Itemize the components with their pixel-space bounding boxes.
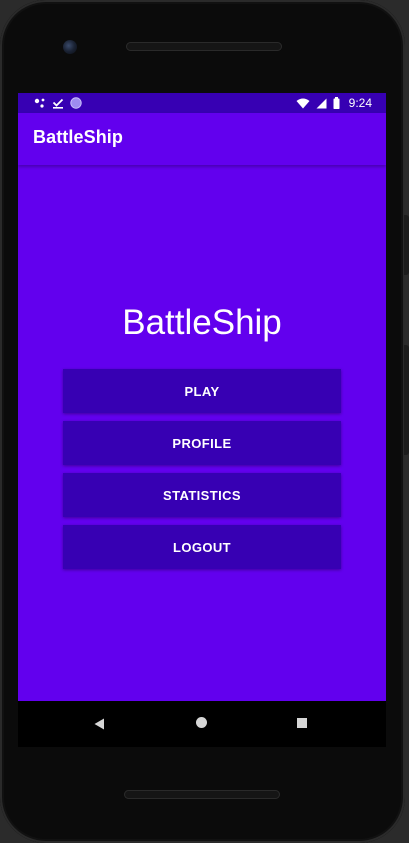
- top-speaker: [126, 42, 282, 51]
- status-time: 9:24: [348, 96, 372, 110]
- recents-icon[interactable]: [297, 718, 307, 728]
- volume-button: [404, 345, 409, 455]
- power-button: [404, 215, 409, 275]
- statistics-button[interactable]: STATISTICS: [63, 473, 341, 517]
- status-icons-left: [34, 96, 88, 110]
- notification-dots-icon: [34, 98, 46, 108]
- signal-icon: [316, 98, 327, 109]
- front-camera: [63, 40, 77, 54]
- logout-button[interactable]: LOGOUT: [63, 525, 341, 569]
- app-bar: BattleShip: [18, 113, 386, 165]
- circle-icon: [70, 97, 82, 109]
- battery-icon: [333, 97, 340, 109]
- main-content: BattleShip PLAY PROFILE STATISTICS LOGOU…: [18, 165, 386, 701]
- bottom-speaker: [124, 790, 280, 799]
- screen: 9:24 BattleShip BattleShip PLAY PROFILE …: [18, 93, 386, 747]
- status-bar: 9:24: [18, 93, 386, 113]
- status-icons-right: 9:24: [296, 96, 372, 110]
- profile-button[interactable]: PROFILE: [63, 421, 341, 465]
- navigation-bar: [18, 701, 386, 747]
- page-title: BattleShip: [122, 303, 282, 342]
- app-bar-title: BattleShip: [33, 127, 124, 147]
- download-done-icon: [52, 98, 64, 109]
- device-frame: 9:24 BattleShip BattleShip PLAY PROFILE …: [0, 0, 409, 843]
- back-icon[interactable]: [94, 717, 105, 735]
- home-icon[interactable]: [196, 717, 207, 728]
- wifi-icon: [296, 98, 310, 109]
- play-button[interactable]: PLAY: [63, 369, 341, 413]
